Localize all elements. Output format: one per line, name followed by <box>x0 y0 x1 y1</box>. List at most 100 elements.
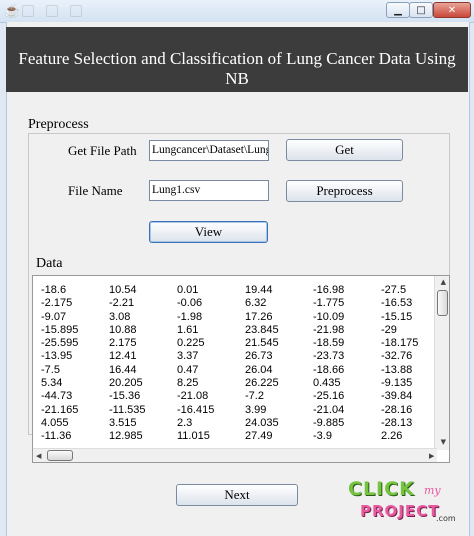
data-text-area[interactable]: -18.6 10.54 0.01 19.44 -16.98 -27.5 -2.175 -2.2… <box>32 275 450 463</box>
data-cell: 11.015 <box>177 430 210 443</box>
next-button[interactable]: Next <box>176 484 298 506</box>
data-cell: 0.01 <box>177 284 199 296</box>
data-cell: -21.165 <box>41 403 79 416</box>
file-path-input[interactable]: Lungcancer\Dataset\Lung1.csv <box>149 140 269 161</box>
logo-my-text: my <box>424 484 441 497</box>
data-cell: 12.41 <box>109 350 137 363</box>
data-cell: -25.595 <box>41 337 79 350</box>
page-title: Feature Selection and Classification of … <box>18 49 456 88</box>
data-cell: 27.49 <box>245 430 273 443</box>
data-cell: 12.985 <box>109 430 143 443</box>
vertical-scroll-thumb[interactable] <box>437 290 448 316</box>
data-grid: -18.6 10.54 0.01 19.44 -16.98 -27.5 -2.175 -2.2… <box>41 284 441 444</box>
data-cell: 3.515 <box>109 416 137 429</box>
data-cell: -1.775 <box>313 297 345 310</box>
data-cell: -9.885 <box>313 416 345 429</box>
close-icon: ✕ <box>447 5 457 16</box>
header-banner: Feature Selection and Classification of … <box>6 27 468 92</box>
data-cell: 4.055 <box>41 416 69 429</box>
java-app-icon: ☕ <box>4 3 21 18</box>
data-cell: -2.175 <box>41 297 73 310</box>
data-cell: 21.545 <box>245 337 279 350</box>
file-name-label: File Name <box>68 183 123 198</box>
data-cell: -15.895 <box>41 323 79 336</box>
data-cell: 2.3 <box>177 416 193 429</box>
data-cell: -21.98 <box>313 323 345 336</box>
file-path-label: Get File Path <box>68 143 137 158</box>
get-button[interactable]: Get <box>286 139 403 161</box>
data-row: -18.6 10.54 0.01 19.44 -16.98 -27.5 <box>41 284 441 297</box>
window-titlebar[interactable]: ☕ ▁ □ ✕ <box>0 0 474 35</box>
data-row: -44.73 -15.36 -21.08 -7.2 -25.16 -39.84 <box>41 390 441 403</box>
scroll-right-icon[interactable]: ▶ <box>429 452 434 460</box>
data-cell: 20.205 <box>109 377 143 390</box>
scroll-down-icon[interactable]: ▼ <box>441 438 446 446</box>
data-row: -25.595 2.175 0.225 21.545 -18.59 -18.175 <box>41 337 441 350</box>
preprocess-section-label: Preprocess <box>28 117 89 132</box>
minimize-button[interactable]: ▁ <box>386 2 410 18</box>
data-cell: 19.44 <box>245 284 273 296</box>
file-name-input[interactable]: Lung1.csv <box>149 180 269 201</box>
vertical-scrollbar[interactable]: ▲ ▼ <box>434 276 449 450</box>
maximize-icon: □ <box>416 5 426 16</box>
minimize-icon: ▁ <box>394 5 402 16</box>
data-cell: 16.44 <box>109 363 137 376</box>
data-row: -7.5 16.44 0.47 26.04 -18.66 -13.88 <box>41 364 441 377</box>
data-cell: -7.5 <box>41 363 60 376</box>
data-cell: 10.88 <box>109 323 137 336</box>
data-row: -15.895 10.88 1.61 23.845 -21.98 -29 <box>41 324 441 337</box>
logo-project-text: PROJECT <box>360 502 440 520</box>
clickmyproject-logo: CLICK my PROJECT .com <box>344 478 468 528</box>
data-cell: -25.16 <box>313 390 345 403</box>
data-cell: -0.06 <box>177 297 203 310</box>
data-cell: 6.32 <box>245 297 267 310</box>
data-row: -9.07 3.08 -1.98 17.26 -10.09 -15.15 <box>41 311 441 324</box>
data-section-label: Data <box>36 256 63 271</box>
data-row: -21.165 -11.535 -16.415 3.99 -21.04 -28.16 <box>41 404 441 417</box>
data-cell: 0.435 <box>313 377 341 390</box>
data-cell: -10.09 <box>313 310 345 323</box>
data-row: -2.175 -2.21 -0.06 6.32 -1.775 -16.53 <box>41 297 441 310</box>
data-cell: 0.47 <box>177 363 199 376</box>
horizontal-scroll-thumb[interactable] <box>47 450 73 461</box>
data-cell: 26.73 <box>245 350 273 363</box>
data-cell: -2.21 <box>109 297 135 310</box>
data-cell: 3.08 <box>109 310 131 323</box>
data-cell: 23.845 <box>245 323 279 336</box>
logo-click-text: CLICK <box>348 478 415 500</box>
data-cell: -18.59 <box>313 337 345 350</box>
data-cell: -21.04 <box>313 403 345 416</box>
data-cell: 8.25 <box>177 377 199 390</box>
data-row: -13.95 12.41 3.37 26.73 -23.73 -32.76 <box>41 350 441 363</box>
data-cell: 2.175 <box>109 337 137 350</box>
scroll-left-icon[interactable]: ◀ <box>36 452 41 460</box>
data-cell: 3.37 <box>177 350 199 363</box>
scroll-up-icon[interactable]: ▲ <box>441 278 446 286</box>
titlebar-toolbar <box>22 4 112 35</box>
data-cell: -44.73 <box>41 390 73 403</box>
data-cell: 26.04 <box>245 363 273 376</box>
view-button[interactable]: View <box>149 221 268 243</box>
close-button[interactable]: ✕ <box>433 2 471 18</box>
data-cell: 1.61 <box>177 323 199 336</box>
data-cell: -16.98 <box>313 284 345 296</box>
data-cell: -7.2 <box>245 390 264 403</box>
logo-com-text: .com <box>436 514 456 523</box>
data-cell: -1.98 <box>177 310 203 323</box>
preprocess-button[interactable]: Preprocess <box>286 180 403 202</box>
data-cell: -18.6 <box>41 284 67 296</box>
data-cell: -11.535 <box>109 403 146 416</box>
data-cell: -13.95 <box>41 350 73 363</box>
data-cell: 0.225 <box>177 337 205 350</box>
data-row: -11.36 12.985 11.015 27.49 -3.9 2.26 <box>41 430 441 443</box>
data-cell: -11.36 <box>41 430 72 443</box>
data-cell: 17.26 <box>245 310 273 323</box>
horizontal-scrollbar[interactable]: ◀ ▶ <box>33 448 437 462</box>
data-cell: -3.9 <box>313 430 332 443</box>
data-cell: -15.36 <box>109 390 141 403</box>
maximize-button[interactable]: □ <box>409 2 433 18</box>
data-cell: -21.08 <box>177 390 209 403</box>
data-cell: 3.99 <box>245 403 267 416</box>
data-cell: -9.07 <box>41 310 67 323</box>
data-cell: 10.54 <box>109 284 137 296</box>
